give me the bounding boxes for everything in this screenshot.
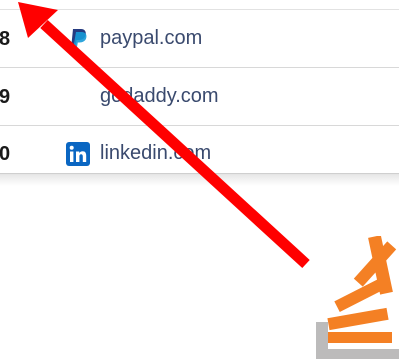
- stackoverflow-logo: [316, 236, 399, 359]
